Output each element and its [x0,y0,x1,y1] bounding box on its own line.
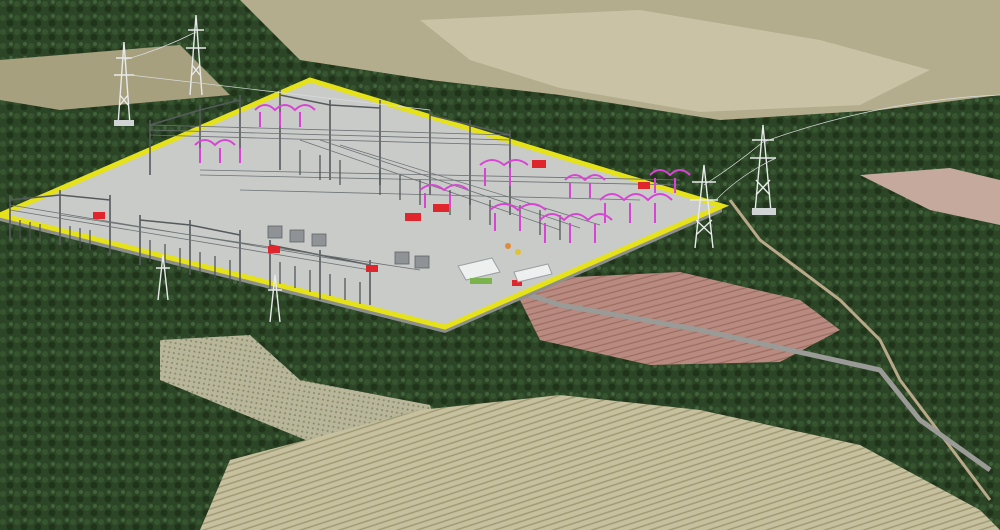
tank [267,225,283,239]
tank-round [515,249,521,255]
aerial-substation-scene [0,0,1000,530]
tank [394,251,410,265]
tank [289,229,305,243]
transformer-icon [433,204,449,212]
tank [311,233,327,247]
transformer-icon [93,212,105,219]
tank [414,255,430,269]
lawn-patch [470,278,492,284]
transformer-icon [638,182,650,189]
transformer-icon [366,265,378,272]
transformer-icon [268,246,280,253]
tank-round [505,243,511,249]
transformer-icon [532,160,546,168]
transformer-icon [405,213,421,221]
